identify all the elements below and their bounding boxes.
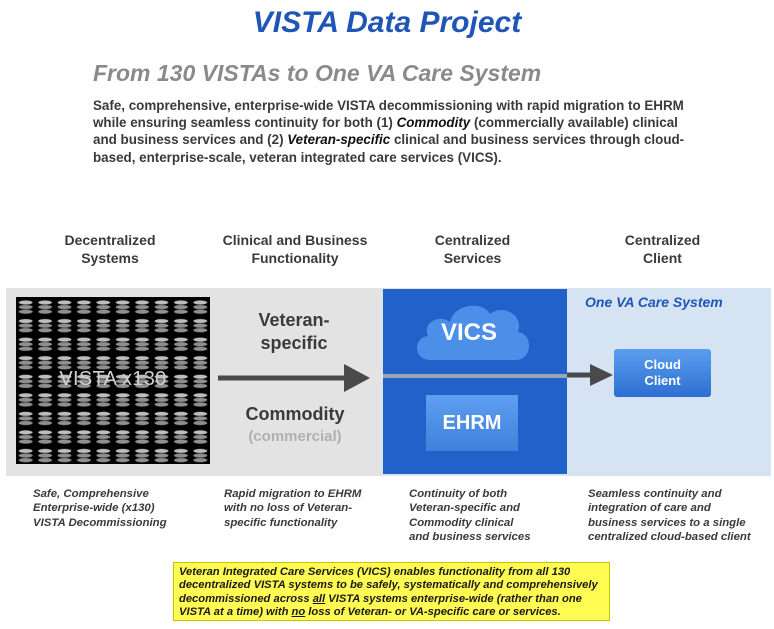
description-line: centralized cloud-based client xyxy=(588,531,751,544)
description-continuity: Continuity of both Veteran-specific and … xyxy=(409,487,579,545)
arrow-right-icon xyxy=(567,364,613,386)
arrow-right-icon xyxy=(218,364,370,392)
description-line: integration of care and xyxy=(588,502,711,515)
cloud-client-box: Cloud Client xyxy=(614,349,711,397)
description-seamless: Seamless continuity and integration of c… xyxy=(588,487,773,545)
description-line: and business services xyxy=(409,531,531,544)
note-emphasis-no: no xyxy=(291,606,306,619)
vics-note: Veteran Integrated Care Services (VICS) … xyxy=(173,562,610,621)
description-line: with no loss of Veteran- xyxy=(224,502,353,515)
note-emphasis-all: all xyxy=(312,592,326,605)
description-line: VISTA Decommissioning xyxy=(33,516,167,529)
description-migration: Rapid migration to EHRM with no loss of … xyxy=(224,487,399,530)
description-line: Seamless continuity and xyxy=(588,488,722,500)
description-line: business services to a single xyxy=(588,516,746,529)
description-line: Commodity clinical xyxy=(409,516,514,529)
description-line: Continuity of both xyxy=(409,488,508,500)
description-line: Safe, Comprehensive xyxy=(33,488,149,500)
description-line: Veteran-specific and xyxy=(409,502,520,515)
cloud-client-line: Client xyxy=(644,373,681,388)
note-part: loss of Veteran- or VA-specific care or … xyxy=(305,606,561,619)
one-va-care-system-label: One VA Care System xyxy=(585,294,723,310)
description-line: Rapid migration to EHRM xyxy=(224,488,362,500)
description-decommissioning: Safe, Comprehensive Enterprise-wide (x13… xyxy=(33,487,218,530)
description-line: specific functionality xyxy=(224,516,338,529)
cloud-client-line: Cloud xyxy=(644,357,681,372)
description-line: Enterprise-wide (x130) xyxy=(33,502,155,515)
